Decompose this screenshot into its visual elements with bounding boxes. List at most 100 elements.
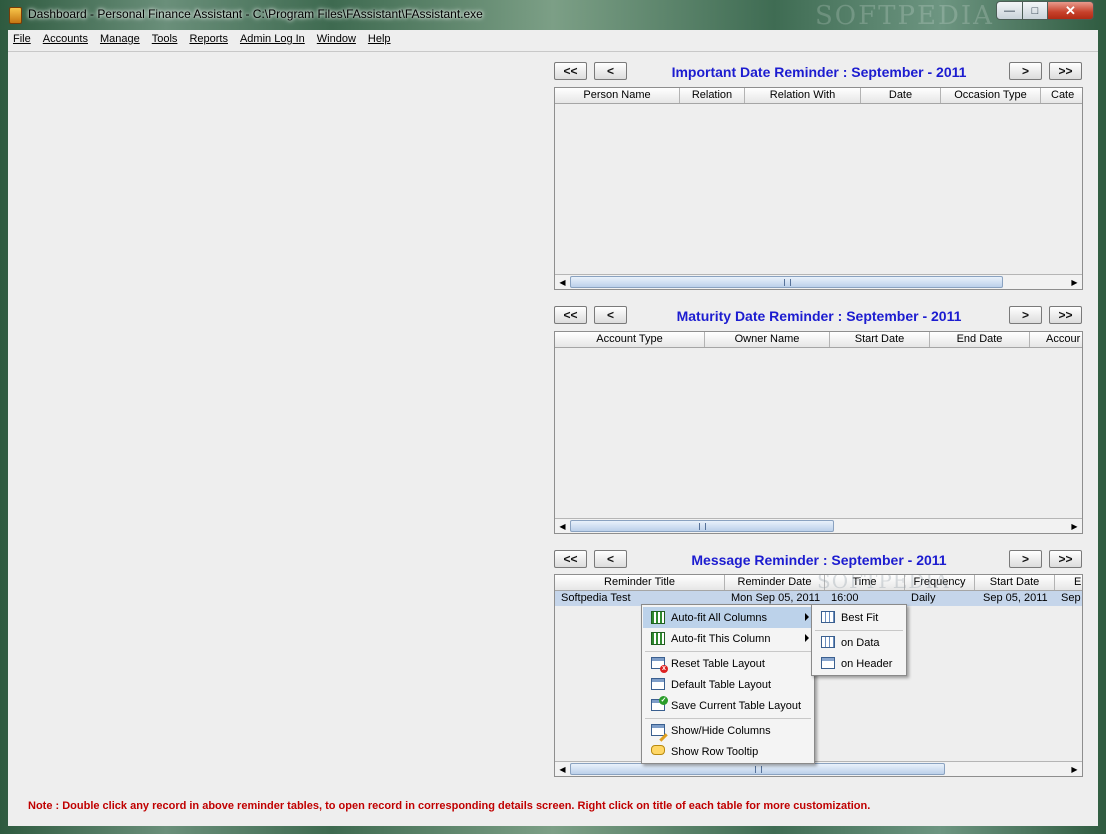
important-first-button[interactable]: <<: [554, 62, 587, 80]
grip-icon: [784, 279, 791, 286]
menu-file[interactable]: File: [8, 30, 37, 50]
maturity-reminder-title[interactable]: Maturity Date Reminder : September - 201…: [634, 308, 1004, 324]
menu-admin-log-in[interactable]: Admin Log In: [234, 30, 311, 50]
horizontal-scrollbar[interactable]: ◀ ▶: [555, 518, 1082, 533]
maturity-last-button[interactable]: >>: [1049, 306, 1082, 324]
column-header[interactable]: Start Date: [975, 575, 1055, 590]
menu-item-label: Save Current Table Layout: [671, 699, 802, 712]
column-header[interactable]: Reminder Title: [555, 575, 725, 590]
menu-reports[interactable]: Reports: [183, 30, 234, 50]
submenu-arrow-icon: [805, 634, 809, 642]
reset-table-icon: x: [650, 656, 668, 673]
important-reminder-title[interactable]: Important Date Reminder : September - 20…: [634, 64, 1004, 80]
scroll-right-icon[interactable]: ▶: [1067, 762, 1082, 776]
column-header[interactable]: Owner Name: [705, 332, 830, 347]
column-header[interactable]: Relation With: [745, 88, 861, 103]
table-watermark: SOFTPEDIA: [817, 574, 950, 593]
table-header: Person Name Relation Relation With Date …: [555, 88, 1082, 104]
message-prev-button[interactable]: <: [594, 550, 627, 568]
menu-window[interactable]: Window: [311, 30, 362, 50]
save-table-icon: ✓: [650, 695, 668, 713]
important-reminder-table[interactable]: Person Name Relation Relation With Date …: [554, 87, 1083, 290]
menu-item-reset-table-layout[interactable]: x Reset Table Layout: [643, 653, 813, 674]
on-data-icon: [820, 635, 836, 650]
menu-separator: [8, 51, 1098, 52]
menu-help[interactable]: Help: [362, 30, 397, 50]
cell-frequency: Daily: [911, 592, 936, 604]
menu-item-auto-fit-this-column[interactable]: Auto-fit This Column: [643, 628, 813, 649]
menu-item-show-hide-columns[interactable]: Show/Hide Columns: [643, 720, 813, 742]
cell-start-date: Sep 05, 2011: [983, 592, 1048, 604]
maturity-first-button[interactable]: <<: [554, 306, 587, 324]
scroll-thumb[interactable]: [570, 276, 1003, 288]
scroll-left-icon[interactable]: ◀: [555, 275, 570, 289]
submenu-item-best-fit[interactable]: Best Fit: [813, 607, 905, 628]
menu-item-default-table-layout[interactable]: Default Table Layout: [643, 674, 813, 695]
column-header[interactable]: Start Date: [830, 332, 930, 347]
menu-item-auto-fit-all-columns[interactable]: Auto-fit All Columns: [643, 607, 813, 628]
menu-item-show-row-tooltip[interactable]: Show Row Tooltip: [643, 741, 813, 762]
message-first-button[interactable]: <<: [554, 550, 587, 568]
menu-accounts[interactable]: Accounts: [37, 30, 94, 50]
column-header[interactable]: Reminder Date: [725, 575, 825, 590]
important-next-button[interactable]: >: [1009, 62, 1042, 80]
submenu-item-on-data[interactable]: on Data: [813, 632, 905, 653]
column-header[interactable]: Account Type: [555, 332, 705, 347]
column-header[interactable]: Accour: [1030, 332, 1082, 347]
menu-item-label: on Header: [841, 657, 893, 670]
scroll-thumb[interactable]: [570, 520, 834, 532]
app-icon: [9, 7, 22, 24]
column-header[interactable]: E: [1055, 575, 1082, 590]
message-next-button[interactable]: >: [1009, 550, 1042, 568]
table-context-menu: Auto-fit All Columns Auto-fit This Colum…: [641, 604, 815, 764]
table-header: Account Type Owner Name Start Date End D…: [555, 332, 1082, 348]
important-prev-button[interactable]: <: [594, 62, 627, 80]
maximize-button[interactable]: □: [1023, 1, 1048, 20]
menu-item-label: Auto-fit All Columns: [671, 611, 767, 624]
scroll-thumb[interactable]: [570, 763, 945, 775]
grip-icon: [755, 766, 762, 773]
auto-fit-submenu: Best Fit on Data on Header: [811, 604, 907, 676]
menu-item-label: Best Fit: [841, 611, 879, 624]
horizontal-scrollbar[interactable]: ◀ ▶: [555, 761, 1082, 776]
important-last-button[interactable]: >>: [1049, 62, 1082, 80]
menu-item-label: Reset Table Layout: [671, 657, 765, 670]
close-button[interactable]: ✕: [1048, 1, 1094, 20]
menu-bar: File Accounts Manage Tools Reports Admin…: [8, 30, 1098, 50]
scroll-left-icon[interactable]: ◀: [555, 519, 570, 533]
default-table-icon: [650, 677, 666, 692]
watermark: SOFTPEDIA: [815, 1, 994, 31]
message-reminder-title[interactable]: Message Reminder : September - 2011: [634, 552, 1004, 568]
scroll-left-icon[interactable]: ◀: [555, 762, 570, 776]
maturity-prev-button[interactable]: <: [594, 306, 627, 324]
scroll-right-icon[interactable]: ▶: [1067, 275, 1082, 289]
auto-fit-columns-icon: [650, 610, 666, 625]
column-header[interactable]: Relation: [680, 88, 745, 103]
minimize-icon: —: [1004, 4, 1015, 17]
column-header[interactable]: Person Name: [555, 88, 680, 103]
horizontal-scrollbar[interactable]: ◀ ▶: [555, 274, 1082, 289]
column-header[interactable]: Occasion Type: [941, 88, 1041, 103]
menu-item-save-current-table-layout[interactable]: ✓ Save Current Table Layout: [643, 695, 813, 716]
menu-manage[interactable]: Manage: [94, 30, 146, 50]
title-bar[interactable]: Dashboard - Personal Finance Assistant -…: [0, 0, 1106, 31]
maturity-reminder-table[interactable]: Account Type Owner Name Start Date End D…: [554, 331, 1083, 534]
app-window: Dashboard - Personal Finance Assistant -…: [0, 0, 1106, 834]
menu-tools[interactable]: Tools: [146, 30, 184, 50]
column-header[interactable]: Cate: [1041, 88, 1082, 103]
column-header[interactable]: Date: [861, 88, 941, 103]
column-header[interactable]: End Date: [930, 332, 1030, 347]
message-last-button[interactable]: >>: [1049, 550, 1082, 568]
menu-separator: [645, 718, 811, 719]
submenu-arrow-icon: [805, 613, 809, 621]
cell-end-date: Sep: [1061, 592, 1081, 604]
footer-note: Note : Double click any record in above …: [28, 800, 871, 812]
submenu-item-on-header[interactable]: on Header: [813, 653, 905, 674]
menu-separator: [645, 651, 811, 652]
scroll-right-icon[interactable]: ▶: [1067, 519, 1082, 533]
minimize-button[interactable]: —: [996, 1, 1023, 20]
menu-item-label: Default Table Layout: [671, 678, 772, 691]
menu-item-label: on Data: [841, 636, 880, 649]
maturity-next-button[interactable]: >: [1009, 306, 1042, 324]
close-icon: ✕: [1065, 2, 1076, 18]
